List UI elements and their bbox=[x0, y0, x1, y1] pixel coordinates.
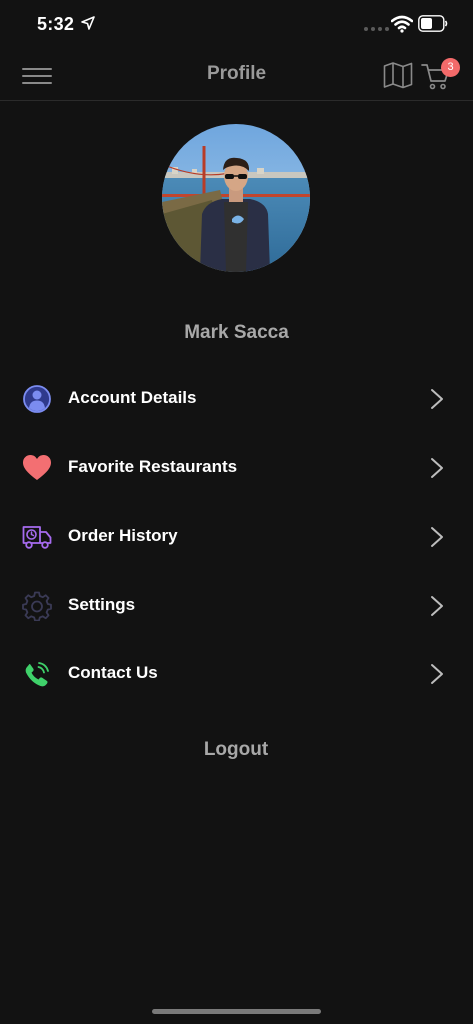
user-icon bbox=[23, 385, 51, 413]
menu-item-label: Account Details bbox=[68, 388, 197, 407]
avatar[interactable] bbox=[162, 124, 310, 272]
menu-item-label: Contact Us bbox=[68, 663, 158, 682]
heart-icon bbox=[23, 455, 51, 480]
status-time: 5:32 bbox=[37, 14, 75, 34]
gear-icon bbox=[22, 591, 52, 621]
menu-item-account-details[interactable]: Account Details bbox=[0, 371, 473, 427]
chevron-right-icon bbox=[431, 664, 443, 684]
chevron-right-icon bbox=[431, 527, 443, 547]
menu-item-contact-us[interactable]: Contact Us bbox=[0, 646, 473, 702]
home-indicator[interactable] bbox=[152, 1009, 321, 1014]
cart-count-badge: 3 bbox=[441, 58, 460, 77]
battery-icon bbox=[418, 15, 448, 32]
profile-screen: 5:32 Profile 3 Mark Sacca Account Detail… bbox=[0, 0, 473, 1024]
location-arrow-icon bbox=[81, 16, 95, 30]
map-icon[interactable] bbox=[383, 61, 413, 89]
chevron-right-icon bbox=[431, 458, 443, 478]
cellular-signal-icon bbox=[364, 27, 389, 31]
delivery-truck-icon bbox=[22, 526, 52, 549]
wifi-icon bbox=[391, 15, 413, 33]
chevron-right-icon bbox=[431, 596, 443, 616]
phone-icon bbox=[25, 662, 49, 687]
menu-item-label: Order History bbox=[68, 526, 178, 545]
menu-item-favorite-restaurants[interactable]: Favorite Restaurants bbox=[0, 440, 473, 496]
status-bar: 5:32 bbox=[0, 0, 473, 50]
menu-item-label: Settings bbox=[68, 595, 136, 614]
navigation-bar: Profile 3 bbox=[0, 50, 473, 101]
logout-button[interactable]: Logout bbox=[186, 739, 286, 761]
menu-item-settings[interactable]: Settings bbox=[0, 578, 473, 634]
menu-item-order-history[interactable]: Order History bbox=[0, 509, 473, 565]
menu-item-label: Favorite Restaurants bbox=[68, 457, 238, 476]
user-name: Mark Sacca bbox=[184, 322, 289, 343]
chevron-right-icon bbox=[431, 389, 443, 409]
